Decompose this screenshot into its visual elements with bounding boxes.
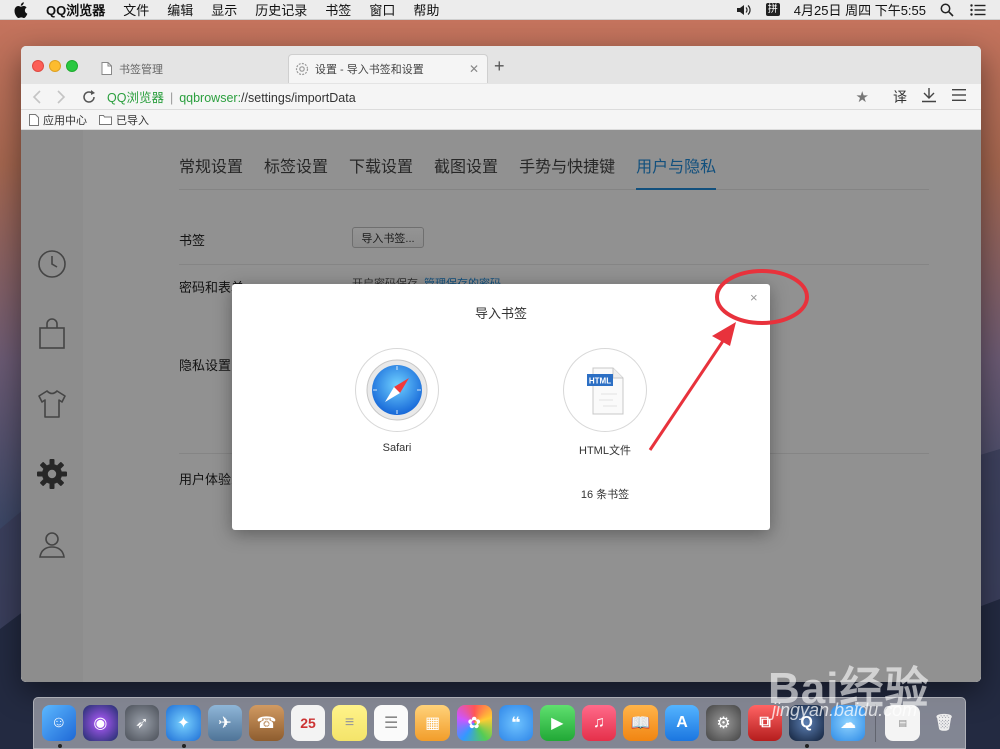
facetime-icon[interactable]: ▶ (540, 705, 575, 741)
tab-bookmark-manager[interactable]: 书签管理 (95, 54, 285, 83)
tab-settings-import[interactable]: 设置 - 导入书签和设置 ✕ (288, 54, 488, 83)
dialog-close-button[interactable]: × (750, 290, 758, 305)
apple-menu-icon[interactable] (14, 1, 30, 18)
input-method-badge[interactable]: 拼 (765, 3, 780, 16)
page-icon (99, 62, 113, 76)
close-window-button[interactable] (32, 60, 44, 72)
contacts-icon[interactable]: ☎ (249, 705, 284, 741)
bookmark-count-label: 16 条书签 (580, 489, 630, 501)
site-identity-label: QQ浏览器 (107, 91, 164, 105)
bookmarks-bar: 应用中心 已导入 (21, 110, 981, 130)
watermark-text: jingyan.baidu.com (772, 700, 918, 720)
launchpad-icon[interactable]: ➶ (124, 705, 160, 741)
notes-icon[interactable]: ≡ (332, 705, 367, 741)
html-file-icon: HTML (563, 348, 647, 432)
url-scheme: qqbrowser: (179, 91, 242, 105)
bookmark-label: 应用中心 (43, 114, 87, 127)
download-icon[interactable] (921, 87, 937, 106)
menu-app-name[interactable]: QQ浏览器 (46, 0, 105, 19)
safari-dock-icon[interactable]: ✦ (166, 705, 201, 748)
gear-icon (295, 62, 309, 76)
notification-center-icon[interactable] (970, 3, 986, 16)
trash-icon[interactable]: 🗑 (927, 705, 962, 741)
bookmark-app-center[interactable]: 应用中心 (29, 112, 87, 128)
tab-label: 设置 - 导入书签和设置 (315, 64, 424, 76)
menubar-clock[interactable]: 4月25日 周四 下午5:55 (794, 0, 926, 19)
reminders-icon[interactable]: ☰ (373, 705, 409, 741)
music-icon[interactable]: ♫ (581, 705, 617, 741)
address-toolbar: QQ浏览器 | qqbrowser://settings/importData ★ … (21, 84, 981, 110)
system-menubar: QQ浏览器 文件 编辑 显示 历史记录 书签 窗口 帮助 拼 4月25日 周四 … (0, 0, 1000, 20)
finder-icon[interactable]: ☺ (41, 705, 77, 748)
bookmark-folder-imported[interactable]: 已导入 (99, 112, 149, 128)
html-badge: HTML (589, 377, 611, 386)
url-path: //settings/importData (241, 91, 356, 105)
messages-icon[interactable]: ❝ (498, 705, 534, 741)
photos-icon[interactable]: ✿ (456, 705, 492, 741)
bookmark-star-icon[interactable]: ★ (856, 88, 869, 106)
url-separator: | (169, 91, 174, 105)
safari-icon (355, 348, 439, 432)
menu-edit[interactable]: 编辑 (167, 0, 193, 19)
menu-help[interactable]: 帮助 (413, 0, 439, 19)
menu-file[interactable]: 文件 (123, 0, 149, 19)
source-label: Safari (382, 442, 412, 454)
back-button[interactable] (29, 89, 45, 105)
system-preferences-icon[interactable]: ⚙ (706, 705, 741, 741)
bookmark-label: 已导入 (116, 114, 149, 127)
tab-bar: 书签管理 设置 - 导入书签和设置 ✕ + (21, 46, 981, 84)
minimize-window-button[interactable] (49, 60, 61, 72)
photo-app-icon[interactable]: ✈ (207, 705, 243, 741)
import-bookmarks-dialog: 导入书签 × Safari HTML HTML文件 16 条书签 (232, 284, 770, 530)
import-source-html-file[interactable]: HTML HTML文件 (545, 348, 665, 458)
translate-button[interactable]: 译 (893, 87, 907, 107)
tab-close-icon[interactable]: ✕ (469, 62, 479, 76)
calendar-icon[interactable]: 25 (290, 705, 326, 741)
page-icon (29, 113, 39, 126)
folder-icon (99, 115, 112, 125)
preview-icon[interactable]: ▦ (415, 705, 450, 741)
reload-button[interactable] (81, 89, 97, 105)
books-icon[interactable]: 📖 (623, 705, 658, 741)
new-tab-button[interactable]: + (494, 57, 505, 75)
forward-button[interactable] (53, 89, 69, 105)
zoom-window-button[interactable] (66, 60, 78, 72)
source-label: HTML文件 (579, 445, 631, 457)
menu-history[interactable]: 历史记录 (255, 0, 307, 19)
address-bar[interactable]: QQ浏览器 | qqbrowser://settings/importData (107, 87, 356, 106)
app-store-icon[interactable]: A (664, 705, 700, 741)
spotlight-search-icon[interactable] (940, 3, 956, 17)
siri-icon[interactable]: ◉ (83, 705, 118, 741)
import-source-safari[interactable]: Safari (337, 348, 457, 454)
dialog-title: 导入书签 (474, 306, 527, 321)
main-menu-icon[interactable] (951, 88, 967, 105)
menu-window[interactable]: 窗口 (369, 0, 395, 19)
volume-icon[interactable] (736, 4, 752, 16)
menu-bookmarks[interactable]: 书签 (325, 0, 351, 19)
tab-label: 书签管理 (119, 63, 163, 76)
menu-view[interactable]: 显示 (211, 0, 237, 19)
